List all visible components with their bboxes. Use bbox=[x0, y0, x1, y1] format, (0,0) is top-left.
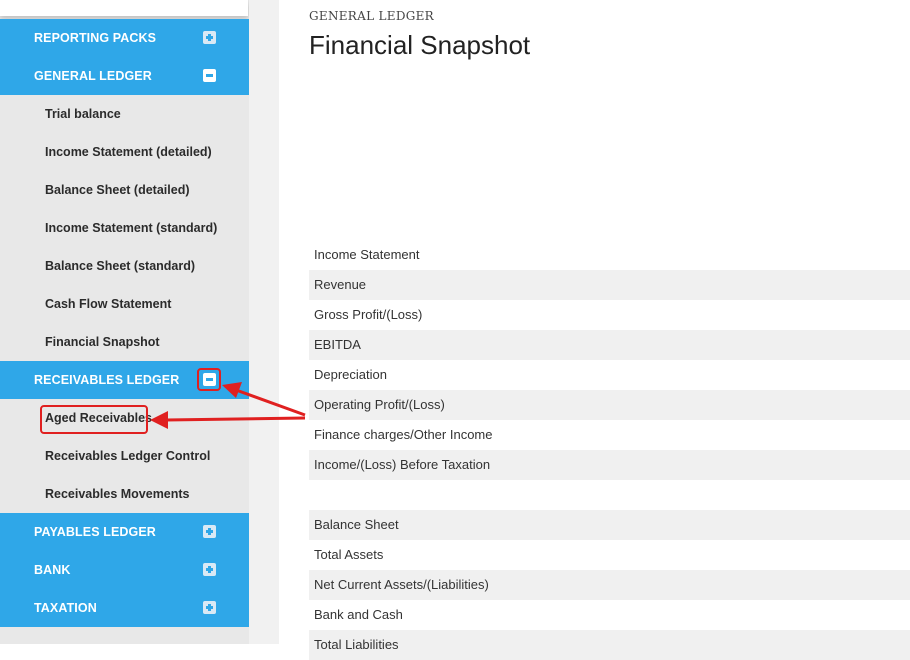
sidebar-item-financial-snapshot[interactable]: Financial Snapshot bbox=[0, 323, 249, 361]
page-kicker: GENERAL LEDGER bbox=[309, 9, 435, 23]
section-label: BANK bbox=[34, 563, 71, 577]
sidebar-header-box bbox=[0, 0, 248, 16]
section-label: RECEIVABLES LEDGER bbox=[34, 373, 180, 387]
table-row: Operating Profit/(Loss) bbox=[309, 390, 910, 420]
sidebar: REPORTING PACKS GENERAL LEDGER Trial bal… bbox=[0, 0, 249, 644]
main-content: GENERAL LEDGER Financial Snapshot Income… bbox=[279, 0, 910, 660]
section-taxation[interactable]: TAXATION bbox=[0, 589, 249, 627]
sidebar-item-income-statement-standard[interactable]: Income Statement (standard) bbox=[0, 209, 249, 247]
sidebar-item-label: Cash Flow Statement bbox=[45, 297, 172, 311]
sidebar-item-label: Balance Sheet (standard) bbox=[45, 259, 196, 273]
table-row: Total Liabilities bbox=[309, 630, 910, 660]
row-label: EBITDA bbox=[314, 337, 361, 352]
sidebar-item-label: Trial balance bbox=[45, 107, 121, 121]
row-label: Balance Sheet bbox=[314, 517, 399, 532]
table-row: Income/(Loss) Before Taxation bbox=[309, 450, 910, 480]
minus-square-icon[interactable] bbox=[203, 69, 216, 82]
section-label: REPORTING PACKS bbox=[34, 31, 157, 45]
page-title: Financial Snapshot bbox=[309, 30, 531, 60]
sidebar-item-trial-balance[interactable]: Trial balance bbox=[0, 95, 249, 133]
row-label: Depreciation bbox=[314, 367, 387, 382]
table-row: Finance charges/Other Income bbox=[309, 420, 910, 450]
section-label: GENERAL LEDGER bbox=[34, 69, 152, 83]
row-label: Total Liabilities bbox=[314, 637, 399, 652]
row-label: Income Statement bbox=[314, 247, 420, 262]
plus-square-icon[interactable] bbox=[203, 563, 216, 576]
plus-square-icon[interactable] bbox=[203, 601, 216, 614]
row-label: Income/(Loss) Before Taxation bbox=[314, 457, 491, 472]
sidebar-item-income-statement-detailed[interactable]: Income Statement (detailed) bbox=[0, 133, 249, 171]
sidebar-item-cash-flow-statement[interactable]: Cash Flow Statement bbox=[0, 285, 249, 323]
highlight-box-aged-receivables bbox=[40, 405, 148, 434]
sidebar-item-label: Income Statement (standard) bbox=[45, 221, 218, 235]
row-label: Finance charges/Other Income bbox=[314, 427, 493, 442]
table-row: Balance Sheet bbox=[309, 510, 910, 540]
row-label: Operating Profit/(Loss) bbox=[314, 397, 445, 412]
sidebar-item-receivables-movements[interactable]: Receivables Movements bbox=[0, 475, 249, 513]
table-row: Net Current Assets/(Liabilities) bbox=[309, 570, 910, 600]
row-label: Net Current Assets/(Liabilities) bbox=[314, 577, 489, 592]
sidebar-item-balance-sheet-standard[interactable]: Balance Sheet (standard) bbox=[0, 247, 249, 285]
row-label: Gross Profit/(Loss) bbox=[314, 307, 423, 322]
highlight-box-toggle bbox=[197, 368, 221, 391]
table-row: Gross Profit/(Loss) bbox=[309, 300, 910, 330]
section-bank[interactable]: BANK bbox=[0, 551, 249, 589]
row-label: Bank and Cash bbox=[314, 607, 403, 622]
section-payables-ledger[interactable]: PAYABLES LEDGER bbox=[0, 513, 249, 551]
plus-square-icon[interactable] bbox=[203, 31, 216, 44]
sidebar-item-label: Receivables Ledger Control bbox=[45, 449, 211, 463]
section-reporting-packs[interactable]: REPORTING PACKS bbox=[0, 19, 249, 57]
table-row: EBITDA bbox=[309, 330, 910, 360]
table-row: Depreciation bbox=[309, 360, 910, 390]
section-label: TAXATION bbox=[34, 601, 97, 615]
sidebar-item-label: Financial Snapshot bbox=[45, 335, 160, 349]
sidebar-item-balance-sheet-detailed[interactable]: Balance Sheet (detailed) bbox=[0, 171, 249, 209]
row-label: Revenue bbox=[314, 277, 367, 292]
table-row: Total Assets bbox=[309, 540, 910, 570]
table-row: Bank and Cash bbox=[309, 600, 910, 630]
sidebar-item-receivables-ledger-control[interactable]: Receivables Ledger Control bbox=[0, 437, 249, 475]
sidebar-item-label: Income Statement (detailed) bbox=[45, 145, 212, 159]
sidebar-item-label: Receivables Movements bbox=[45, 487, 190, 501]
section-label: PAYABLES LEDGER bbox=[34, 525, 156, 539]
table-row: Income Statement bbox=[309, 240, 910, 270]
row-label: Total Assets bbox=[314, 547, 384, 562]
panel-divider bbox=[249, 0, 279, 644]
section-general-ledger[interactable]: GENERAL LEDGER bbox=[0, 57, 249, 95]
sidebar-item-label: Balance Sheet (detailed) bbox=[45, 183, 190, 197]
plus-square-icon[interactable] bbox=[203, 525, 216, 538]
table-row: Revenue bbox=[309, 270, 910, 300]
